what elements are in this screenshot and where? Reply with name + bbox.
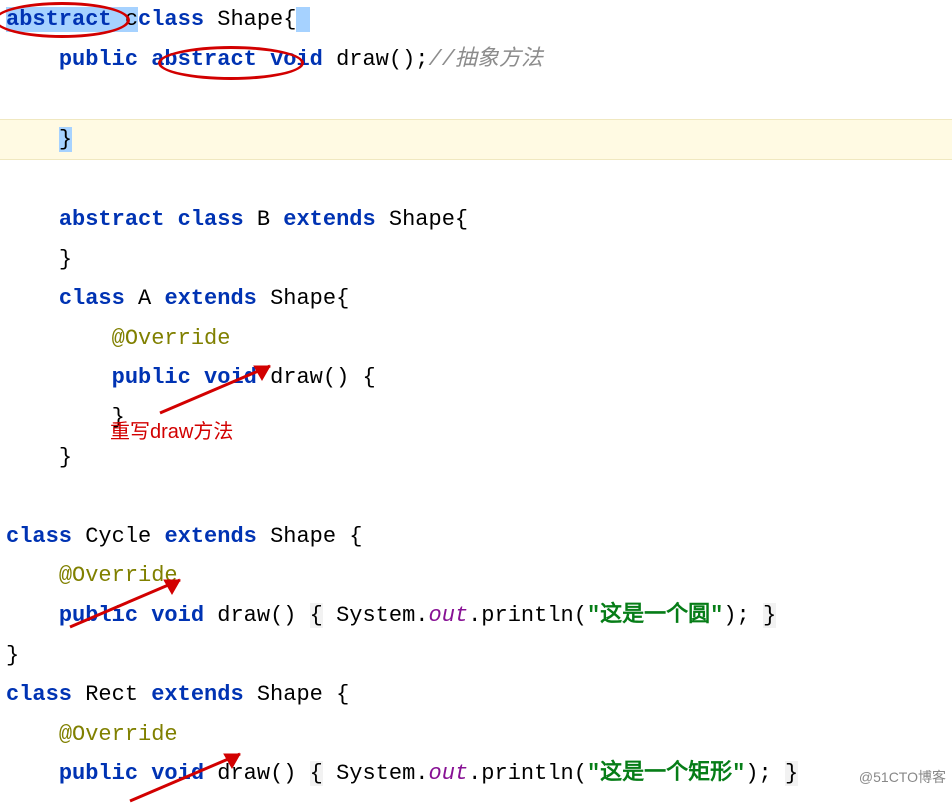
line-10: }	[6, 445, 72, 470]
arrow-annotation-3	[120, 746, 260, 806]
line-11: class Cycle extends Shape {	[6, 524, 362, 549]
line-7: @Override	[6, 326, 230, 351]
line-3-highlighted: }	[0, 119, 952, 161]
line-14: }	[6, 643, 19, 668]
line-1: abstract cclass Shape{	[6, 7, 310, 32]
line-5: }	[6, 247, 72, 272]
line-2: public abstract void draw();//抽象方法	[6, 47, 543, 72]
note-override-draw: 重写draw方法	[110, 414, 233, 450]
line-16: @Override	[6, 722, 178, 747]
code-editor[interactable]: abstract cclass Shape{ public abstract v…	[0, 0, 952, 794]
arrow-annotation-2	[60, 572, 200, 632]
arrow-annotation-1	[150, 358, 290, 418]
line-15: class Rect extends Shape {	[6, 682, 349, 707]
line-4: abstract class B extends Shape{	[6, 207, 468, 232]
watermark: @51CTO博客	[859, 765, 946, 790]
line-9: }	[6, 405, 125, 430]
line-6: class A extends Shape{	[6, 286, 349, 311]
